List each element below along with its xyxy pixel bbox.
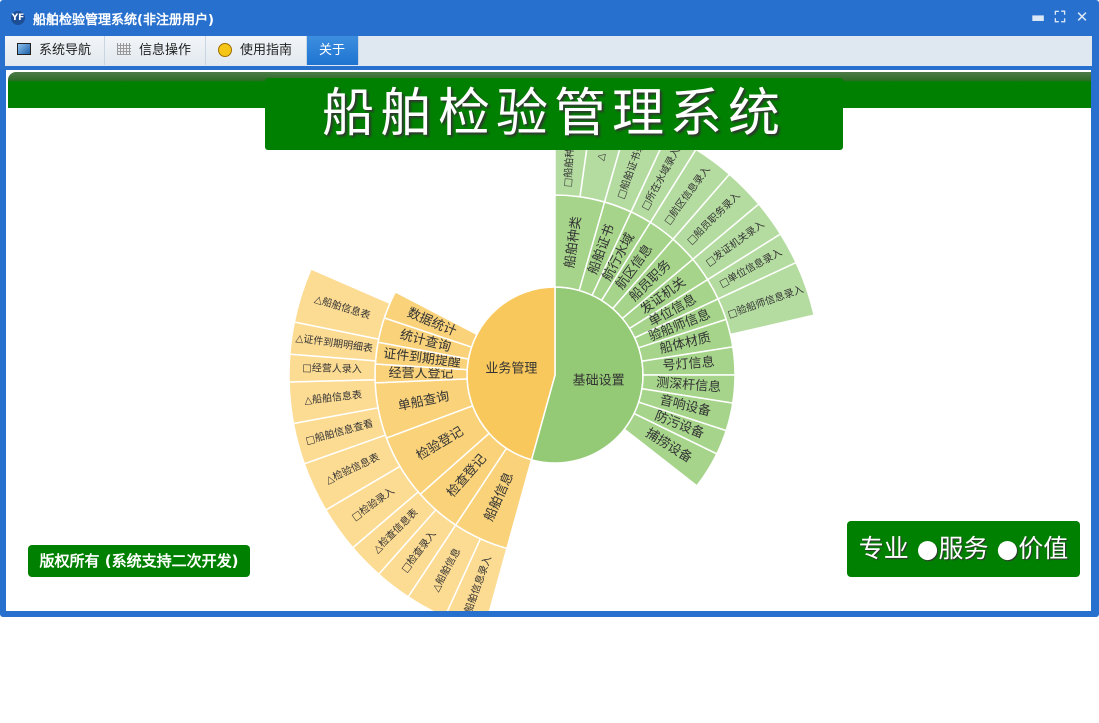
copyright-badge: 版权所有 (系统支持二次开发) <box>28 545 250 577</box>
tab-user-guide[interactable]: 使用指南 <box>206 36 307 65</box>
tab-bar: 系统导航 信息操作 使用指南 关于 <box>5 36 1092 66</box>
sunburst-label: 业务管理 <box>485 361 537 377</box>
content-panel: 船舶检验管理系统 基础设置 业务管理 船舶种类 船舶证书 航行水域 航区信息 船员职务 发证机… <box>6 70 1091 611</box>
help-icon <box>218 43 232 57</box>
tab-about[interactable]: 关于 <box>307 36 359 65</box>
app-window: YF 船舶检验管理系统(非注册用户) ▬ ⛶ ✕ 系统导航 信息操作 使用指南 … <box>0 0 1099 617</box>
slogan-badge: 专业 ●服务 ●价值 <box>847 521 1080 577</box>
close-icon[interactable]: ✕ <box>1073 8 1091 26</box>
monitor-icon <box>17 43 31 55</box>
sunburst-label: 基础设置 <box>573 373 625 388</box>
system-title-banner: 船舶检验管理系统 <box>265 78 843 150</box>
tab-system-nav[interactable]: 系统导航 <box>5 36 105 65</box>
restore-icon[interactable]: ⛶ <box>1051 8 1069 26</box>
app-logo-icon: YF <box>11 11 25 25</box>
grid-icon <box>117 43 131 55</box>
window-title: 船舶检验管理系统(非注册用户) <box>33 13 214 28</box>
tab-info-ops[interactable]: 信息操作 <box>105 36 206 65</box>
title-bar: YF 船舶检验管理系统(非注册用户) ▬ ⛶ ✕ <box>0 0 1099 36</box>
minimize-icon[interactable]: ▬ <box>1029 8 1047 26</box>
